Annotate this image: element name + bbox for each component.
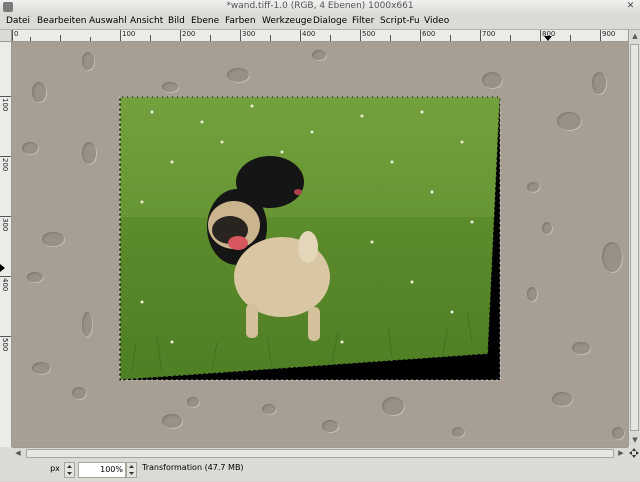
menu-bar: Datei Bearbeiten Auswahl Ansicht Bild Eb…: [0, 14, 640, 30]
ruler-label: 300: [1, 218, 9, 232]
scroll-right-arrow-icon[interactable]: ▶: [616, 448, 626, 458]
window-title: *wand.tiff-1.0 (RGB, 4 Ebenen) 1000x661: [226, 1, 414, 11]
ruler-label: 700: [482, 30, 496, 38]
ruler-label: 900: [602, 30, 616, 38]
vertical-scroll-thumb[interactable]: [630, 44, 639, 431]
ruler-label: 200: [182, 30, 196, 38]
photo-layer[interactable]: [12, 42, 628, 447]
quick-mask-toggle-icon[interactable]: [0, 447, 12, 459]
ruler-corner-button[interactable]: [0, 30, 12, 42]
menu-datei[interactable]: Datei: [6, 16, 30, 26]
status-bar: px 100% Transformation (47.7 MB): [0, 459, 640, 481]
vertical-ruler[interactable]: 100 200 300 400 500: [0, 42, 12, 447]
menu-ebene[interactable]: Ebene: [191, 16, 219, 26]
menu-bild[interactable]: Bild: [168, 16, 185, 26]
ruler-label: 0: [14, 30, 19, 38]
menu-script-fu[interactable]: Script-Fu: [380, 16, 420, 26]
ruler-label: 100: [122, 30, 136, 38]
menu-filter[interactable]: Filter: [352, 16, 374, 26]
scroll-left-arrow-icon[interactable]: ◀: [13, 448, 23, 458]
scroll-down-arrow-icon[interactable]: ▼: [630, 435, 640, 445]
pointer-marker-icon: [544, 36, 552, 41]
ruler-label: 100: [1, 98, 9, 112]
menu-bearbeiten[interactable]: Bearbeiten: [37, 16, 86, 26]
ruler-label: 400: [302, 30, 316, 38]
zoom-field[interactable]: 100%: [78, 462, 126, 478]
vertical-scrollbar[interactable]: ▲ ▼: [628, 30, 640, 447]
navigate-icon[interactable]: [628, 447, 640, 459]
horizontal-scroll-thumb[interactable]: [26, 449, 614, 458]
menu-dialoge[interactable]: Dialoge: [313, 16, 347, 26]
ruler-label: 300: [242, 30, 256, 38]
scroll-up-arrow-icon[interactable]: ▲: [630, 31, 640, 41]
status-message: Transformation (47.7 MB): [142, 463, 244, 472]
image-canvas[interactable]: [12, 42, 628, 447]
ruler-label: 400: [1, 278, 9, 292]
ruler-label: 500: [362, 30, 376, 38]
ruler-label: 600: [422, 30, 436, 38]
pointer-marker-icon: [0, 264, 5, 272]
unit-dropdown-icon[interactable]: [64, 462, 75, 478]
horizontal-scrollbar[interactable]: ◀ ▶: [12, 447, 628, 459]
menu-ansicht[interactable]: Ansicht: [130, 16, 163, 26]
title-bar: *wand.tiff-1.0 (RGB, 4 Ebenen) 1000x661 …: [0, 0, 640, 15]
menu-video[interactable]: Video: [424, 16, 449, 26]
zoom-dropdown-icon[interactable]: [126, 462, 137, 478]
horizontal-ruler[interactable]: 0 100 200 300 400 500 600 700 800 900: [12, 30, 628, 42]
menu-werkzeuge[interactable]: Werkzeuge: [262, 16, 312, 26]
unit-value: px: [50, 464, 60, 473]
ruler-label: 500: [1, 338, 9, 352]
close-icon[interactable]: ✕: [625, 1, 636, 12]
menu-farben[interactable]: Farben: [225, 16, 256, 26]
ruler-label: 200: [1, 158, 9, 172]
menu-auswahl[interactable]: Auswahl: [89, 16, 127, 26]
